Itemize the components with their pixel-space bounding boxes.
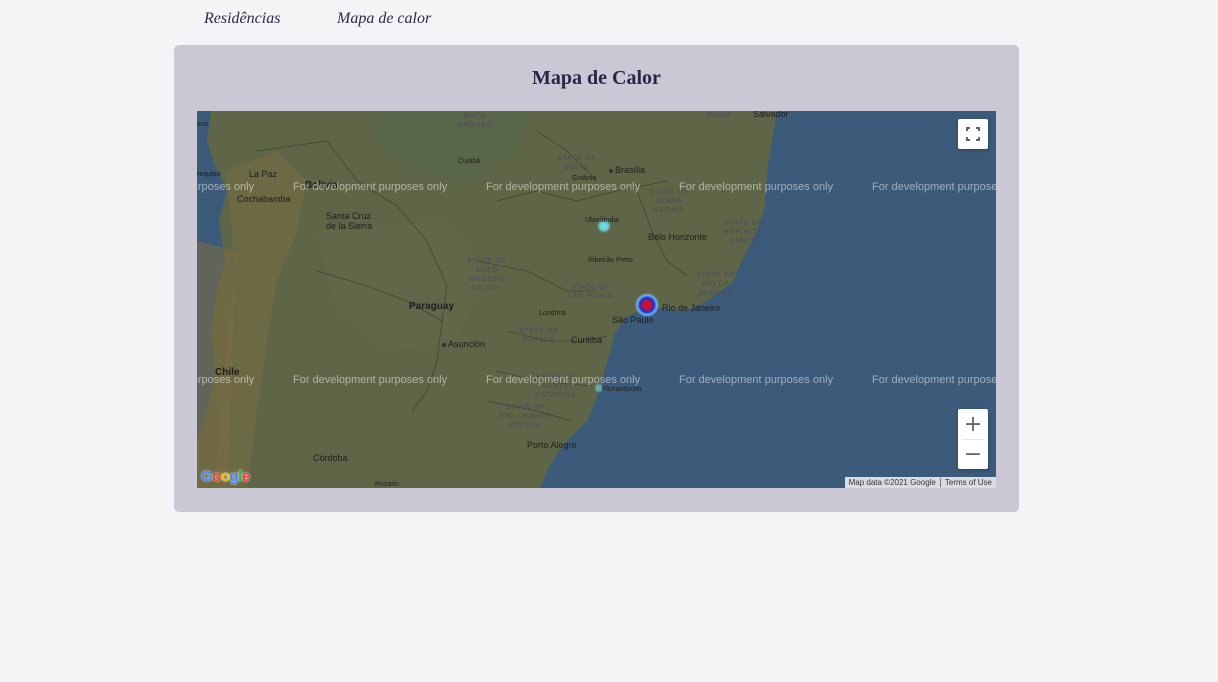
label-sao-paulo: São Paulo bbox=[612, 315, 654, 325]
fullscreen-icon bbox=[966, 127, 980, 141]
nav-link-mapa-de-calor[interactable]: Mapa de calor bbox=[337, 10, 431, 28]
label-cochabamba: Cochabamba bbox=[237, 194, 291, 204]
label-paraguay: Paraguay bbox=[409, 301, 455, 312]
attribution-divider bbox=[939, 478, 941, 487]
label-londrina: Londrina bbox=[539, 310, 567, 317]
label-cuiaba: Cuiabá bbox=[458, 158, 481, 165]
plus-icon: + bbox=[963, 411, 983, 437]
label-asuncion: Asunción bbox=[442, 340, 485, 349]
label-salvador: Salvador bbox=[753, 111, 789, 119]
label-florianopolis: Florianópolis bbox=[602, 386, 642, 393]
label-brasilia: Brasília bbox=[609, 166, 645, 175]
label-uberlandia: Uberlândia bbox=[585, 217, 619, 224]
label-sao-paulo-state: STATE OF SÃO PAULO bbox=[567, 284, 615, 300]
label-parana: STATE OF PARANÁ bbox=[519, 328, 559, 344]
heatmap-card: Mapa de Calor BAHIA Salvador MATO GROSSO… bbox=[174, 45, 1019, 512]
watermark-text: For development purposes only bbox=[679, 374, 834, 386]
label-cusco: sco bbox=[197, 121, 208, 128]
label-goias: STATE OF GOIÁS bbox=[557, 155, 597, 171]
heatmap-map[interactable]: BAHIA Salvador MATO GROSSO Cuiabá STATE … bbox=[197, 111, 996, 488]
watermark-text: For development purposes only bbox=[197, 374, 255, 386]
label-rosario: Rosario bbox=[375, 481, 400, 488]
label-la-paz: La Paz bbox=[249, 169, 278, 179]
watermark-text: For development purposes only bbox=[486, 374, 641, 386]
label-rio-grande-do-sul: STATE OF RIO GRANDE DO SUL bbox=[499, 404, 552, 429]
terms-link[interactable]: Terms of Use bbox=[945, 478, 992, 487]
label-porto-alegre: Porto Alegre bbox=[527, 440, 577, 450]
label-bahia: BAHIA bbox=[707, 112, 733, 119]
label-santa-cruz: Santa Cruz de la Sierra bbox=[326, 211, 373, 231]
google-logo[interactable]: Google bbox=[201, 468, 250, 485]
watermark-text: For development purposes only bbox=[293, 181, 448, 193]
card-title: Mapa de Calor bbox=[532, 67, 661, 89]
label-belo-horizonte: Belo Horizonte bbox=[648, 232, 708, 242]
attribution-text: Map data ©2021 Google bbox=[848, 478, 936, 487]
fullscreen-button[interactable] bbox=[958, 119, 988, 149]
watermark-text: For development purposes only bbox=[293, 374, 448, 386]
label-arequipa: requipa bbox=[197, 171, 221, 178]
zoom-control: + − bbox=[958, 409, 988, 469]
watermark-text: For development purposes only bbox=[872, 181, 996, 193]
map-attribution: Map data ©2021 Google Terms of Use bbox=[844, 477, 996, 488]
watermark-text: For development purposes only bbox=[486, 181, 641, 193]
label-rio-state: STATE OF RIO DE JANEIRO bbox=[696, 272, 736, 297]
watermark-text: For development purposes only bbox=[679, 181, 834, 193]
nav-link-residencias[interactable]: Residências bbox=[204, 10, 280, 28]
minus-icon: − bbox=[963, 441, 983, 467]
label-curitiba: Curitiba bbox=[571, 335, 603, 345]
watermark-text: For development purposes only bbox=[872, 374, 996, 386]
zoom-out-button[interactable]: − bbox=[958, 439, 988, 469]
label-mato-grosso: MATO GROSSO bbox=[457, 113, 493, 129]
watermark-text: For development purposes only bbox=[197, 181, 255, 193]
label-rio-de-janeiro: Rio de Janeiro bbox=[662, 303, 721, 313]
label-cordoba: Córdoba bbox=[313, 453, 348, 463]
label-ribeirao-preto: Ribeirão Preto bbox=[588, 257, 633, 264]
zoom-in-button[interactable]: + bbox=[958, 409, 988, 439]
label-espirito-santo: STATE OF ESPÍRITO SANTO bbox=[724, 220, 764, 245]
label-mato-grosso-do-sul: STATE OF MATO GROSSO DO SUL bbox=[467, 258, 507, 292]
